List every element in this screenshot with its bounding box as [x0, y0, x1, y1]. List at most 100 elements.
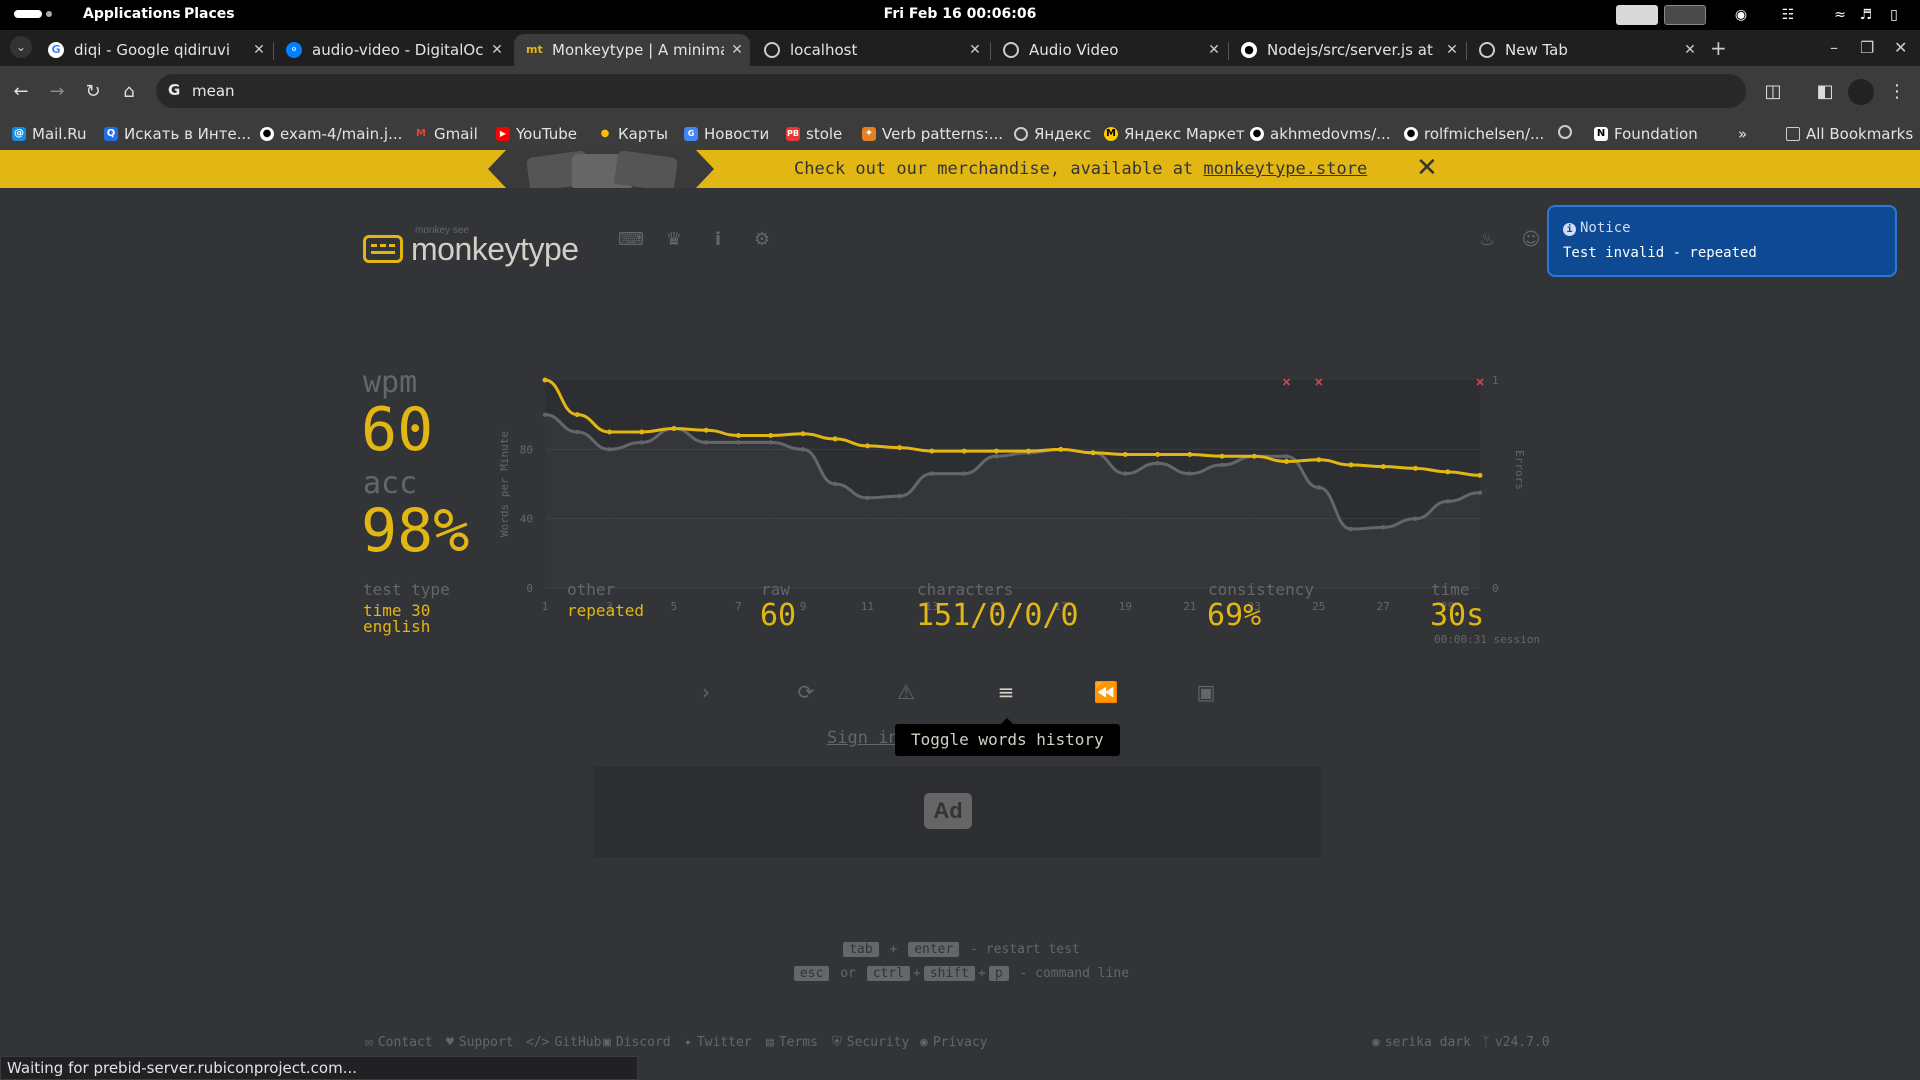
- bookmark-label: Gmail: [434, 125, 478, 143]
- report-warning-icon[interactable]: ⚠: [891, 677, 921, 707]
- keyboard-icon[interactable]: ⌨: [618, 228, 644, 252]
- footer-link-label: Discord: [615, 1035, 671, 1050]
- sign-in-link[interactable]: Sign in: [827, 728, 899, 748]
- notice-toast[interactable]: i Notice Test invalid - repeated: [1547, 205, 1897, 277]
- tab-audio-video[interactable]: Audio Video ✕: [991, 34, 1227, 66]
- volume-icon[interactable]: ♬: [1856, 5, 1876, 25]
- tab-monkeytype[interactable]: mt Monkeytype | A minimalistic ✕: [514, 34, 750, 66]
- bookmark-maps[interactable]: ● Карты: [598, 125, 668, 143]
- raw-point: [768, 440, 773, 445]
- tab-title: New Tab: [1505, 41, 1568, 59]
- close-tab-icon[interactable]: ✕: [246, 42, 272, 58]
- footer-theme[interactable]: ◉ serika dark: [1372, 1035, 1471, 1050]
- forward-icon[interactable]: →: [44, 79, 70, 105]
- plus-sign: +: [889, 942, 898, 957]
- back-icon[interactable]: ←: [8, 79, 34, 105]
- more-bookmarks-icon[interactable]: »: [1738, 125, 1747, 143]
- bookmark-yandex-market[interactable]: M Яндекс Маркет: [1104, 125, 1245, 143]
- next-test-icon[interactable]: ›: [691, 677, 721, 707]
- footer-security[interactable]: ⛨ Security: [832, 1035, 909, 1050]
- activities-button[interactable]: [14, 10, 52, 18]
- applications-menu[interactable]: Applications: [83, 6, 181, 22]
- notifications-bell-icon[interactable]: ♨: [1475, 228, 1499, 252]
- bookmark-yandex[interactable]: Яндекс: [1014, 125, 1091, 143]
- bookmark-gmail[interactable]: M Gmail: [414, 125, 478, 143]
- close-tab-icon[interactable]: ✕: [962, 42, 988, 58]
- info-circle-icon: i: [1563, 223, 1576, 236]
- words-history-icon[interactable]: ≡: [991, 677, 1021, 707]
- clock[interactable]: Fri Feb 16 00:06:06: [884, 6, 1037, 22]
- bookmark-akhmedovms[interactable]: ● akhmedovms/...: [1250, 125, 1391, 143]
- footer-github[interactable]: </> GitHub: [526, 1035, 601, 1050]
- restart-icon[interactable]: ⟳: [791, 677, 821, 707]
- tab-digitalocean[interactable]: ⚬ audio-video - DigitalOcean ✕: [274, 34, 510, 66]
- close-tab-icon[interactable]: ✕: [484, 42, 510, 58]
- footer-discord[interactable]: ▣ Discord: [603, 1035, 671, 1050]
- footer-twitter[interactable]: ✦ Twitter: [684, 1035, 752, 1050]
- close-tab-icon[interactable]: ✕: [1439, 42, 1465, 58]
- bookmark-foundation[interactable]: N Foundation: [1594, 125, 1698, 143]
- side-panel-icon[interactable]: ◧: [1812, 79, 1838, 105]
- bookmark-exam[interactable]: ● exam-4/main.j...: [260, 125, 402, 143]
- minimize-icon[interactable]: –: [1830, 38, 1838, 57]
- menu-kebab-icon[interactable]: ⋮: [1884, 79, 1910, 105]
- bookmark-globe[interactable]: [1558, 125, 1578, 139]
- raw-point: [1477, 490, 1483, 495]
- crown-icon[interactable]: ♛: [662, 228, 686, 252]
- store-link[interactable]: monkeytype.store: [1203, 159, 1367, 179]
- tab-new-tab[interactable]: New Tab ✕: [1467, 34, 1703, 66]
- maximize-icon[interactable]: ❐: [1860, 38, 1874, 57]
- battery-icon[interactable]: ▯: [1884, 5, 1904, 25]
- places-menu[interactable]: Places: [184, 6, 235, 22]
- footer-version[interactable]: ᛉ v24.7.0: [1482, 1035, 1550, 1050]
- workspace-1[interactable]: [1616, 5, 1658, 25]
- replay-icon[interactable]: ⏪: [1091, 677, 1121, 707]
- footer-terms[interactable]: ▤ Terms: [766, 1035, 818, 1050]
- footer-contact[interactable]: ✉ Contact: [365, 1035, 433, 1050]
- reload-icon[interactable]: ↻: [80, 79, 106, 105]
- tab-localhost[interactable]: localhost ✕: [752, 34, 988, 66]
- profile-avatar[interactable]: [1848, 79, 1874, 105]
- wifi-icon[interactable]: ≈: [1830, 5, 1850, 25]
- new-tab-button[interactable]: +: [1710, 36, 1727, 60]
- close-banner-icon[interactable]: ✕: [1416, 153, 1438, 183]
- close-tab-icon[interactable]: ✕: [1677, 42, 1703, 58]
- bookmark-mailru[interactable]: @ Mail.Ru: [12, 125, 87, 143]
- bookmark-news[interactable]: G Новости: [684, 125, 769, 143]
- workspace-2[interactable]: [1664, 5, 1706, 25]
- raw-point: [1316, 485, 1321, 490]
- wpm-point: [1251, 453, 1257, 459]
- characters-label: characters: [917, 580, 1014, 599]
- wpm-point: [1477, 472, 1483, 478]
- tab-search-icon[interactable]: ⌄: [10, 36, 32, 58]
- bookmark-label: exam-4/main.j...: [280, 125, 403, 143]
- ad-container[interactable]: Ad: [593, 767, 1321, 857]
- close-tab-icon[interactable]: ✕: [1201, 42, 1227, 58]
- close-window-icon[interactable]: ✕: [1894, 38, 1907, 57]
- footer-support[interactable]: ♥ Support: [446, 1035, 514, 1050]
- globe-tray-icon[interactable]: ◉: [1731, 5, 1751, 25]
- screenshot-icon[interactable]: ▣: [1191, 677, 1221, 707]
- account-icon[interactable]: ☺: [1519, 228, 1543, 252]
- address-bar[interactable]: G mean: [156, 74, 1746, 108]
- bookmark-search[interactable]: Q Искать в Инте...: [104, 125, 251, 143]
- footer-privacy[interactable]: ◉ Privacy: [920, 1035, 988, 1050]
- accessibility-icon[interactable]: ☷: [1778, 5, 1798, 25]
- all-bookmarks[interactable]: All Bookmarks: [1786, 125, 1913, 143]
- extensions-icon[interactable]: ◫: [1760, 79, 1786, 105]
- bookmark-stole[interactable]: PB stole: [786, 125, 842, 143]
- close-tab-icon[interactable]: ✕: [724, 42, 750, 58]
- restart-hint-text: - restart test: [970, 942, 1080, 957]
- info-icon[interactable]: i: [706, 228, 730, 252]
- tab-google[interactable]: G diqi - Google qidiruvi ✕: [36, 34, 272, 66]
- wpm-point: [1348, 462, 1354, 468]
- tab-github[interactable]: ● Nodejs/src/server.js at main ✕: [1229, 34, 1465, 66]
- bookmark-rolfmichelsen[interactable]: ● rolfmichelsen/...: [1404, 125, 1544, 143]
- bookmark-youtube[interactable]: ▶ YouTube: [496, 125, 577, 143]
- wpm-point: [929, 448, 935, 454]
- wpm-chart[interactable]: 04080011 3 5 7 9 11 13 15 17 19 21 23 25 27 29Words pe…: [490, 360, 1550, 620]
- home-icon[interactable]: ⌂: [116, 79, 142, 105]
- footer-link-label: Terms: [778, 1035, 818, 1050]
- settings-gear-icon[interactable]: ⚙: [750, 228, 774, 252]
- bookmark-verbs[interactable]: ✦ Verb patterns:...: [862, 125, 1003, 143]
